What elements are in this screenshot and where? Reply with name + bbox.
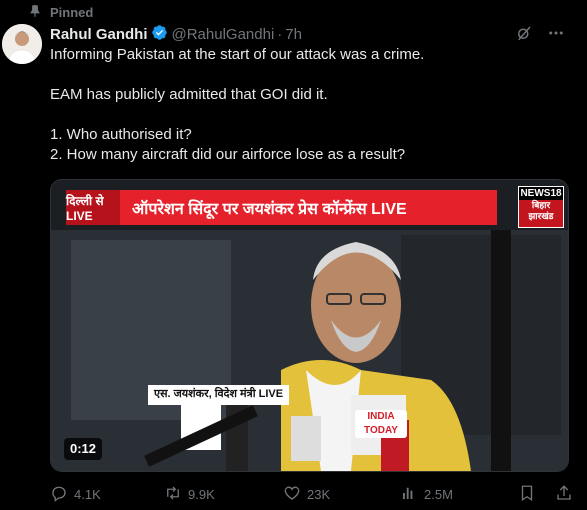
grok-icon[interactable] [515,24,533,46]
retweet-button[interactable]: 9.9K [164,484,215,505]
tweet-line: 2. How many aircraft did our airforce lo… [50,146,406,163]
channel-logo: NEWS18 बिहार झारखंड [518,186,564,228]
pin-icon [28,4,42,21]
verified-badge-icon [148,24,172,45]
retweet-count: 9.9K [188,486,215,502]
reply-button[interactable]: 4.1K [50,484,101,505]
author-handle[interactable]: @RahulGandhi [172,26,275,43]
tweet-text: Informing Pakistan at the start of our a… [50,45,567,165]
banner-title: ऑपरेशन सिंदूर पर जयशंकर प्रेस कॉन्फ्रेंस… [132,200,407,218]
logo-line: NEWS18 [519,187,563,200]
lower-third-caption: एस. जयशंकर, विदेश मंत्री LIVE [148,385,290,405]
views-count: 2.5M [424,486,453,502]
share-button[interactable] [555,484,573,505]
tweet-line: EAM has publicly admitted that GOI did i… [50,86,328,103]
video-timer: 0:12 [64,438,103,460]
broadcast-banner: दिल्ली से LIVE ऑपरेशन सिंदूर पर जयशंकर प… [66,190,497,225]
tweet-actions: 4.1K 9.9K 23K 2.5M [50,482,577,506]
mic-flag-text: INDIA [367,411,395,422]
mic-flag-text: TODAY [364,425,398,436]
logo-line: बिहार [531,200,551,210]
post-time[interactable]: 7h [285,26,302,43]
video-player[interactable]: दिल्ली से LIVE ऑपरेशन सिंदूर पर जयशंकर प… [50,179,569,472]
banner-left-label: दिल्ली से LIVE [66,190,120,225]
author-name[interactable]: Rahul Gandhi [50,26,148,43]
pinned-indicator: Pinned [28,4,93,20]
like-button[interactable]: 23K [283,484,330,505]
reply-count: 4.1K [74,486,101,502]
heart-icon [283,484,301,505]
bookmark-icon [518,484,536,505]
mic-flag: INDIA TODAY [355,410,407,438]
more-icon[interactable] [547,24,565,46]
views-chart-icon [400,484,418,505]
bookmark-button[interactable] [518,484,536,505]
views-button[interactable]: 2.5M [400,484,453,505]
logo-line: झारखंड [528,211,554,221]
retweet-icon [164,484,182,505]
tweet-line: Informing Pakistan at the start of our a… [50,46,425,63]
like-count: 23K [307,486,331,502]
share-icon [555,484,573,505]
tweet-header: Rahul Gandhi @RahulGandhi · 7h [50,24,575,44]
reply-icon [50,484,68,505]
pinned-label: Pinned [50,4,94,20]
tweet-line: 1. Who authorised it? [50,126,192,143]
separator-dot: · [277,25,283,43]
avatar[interactable] [2,24,42,64]
